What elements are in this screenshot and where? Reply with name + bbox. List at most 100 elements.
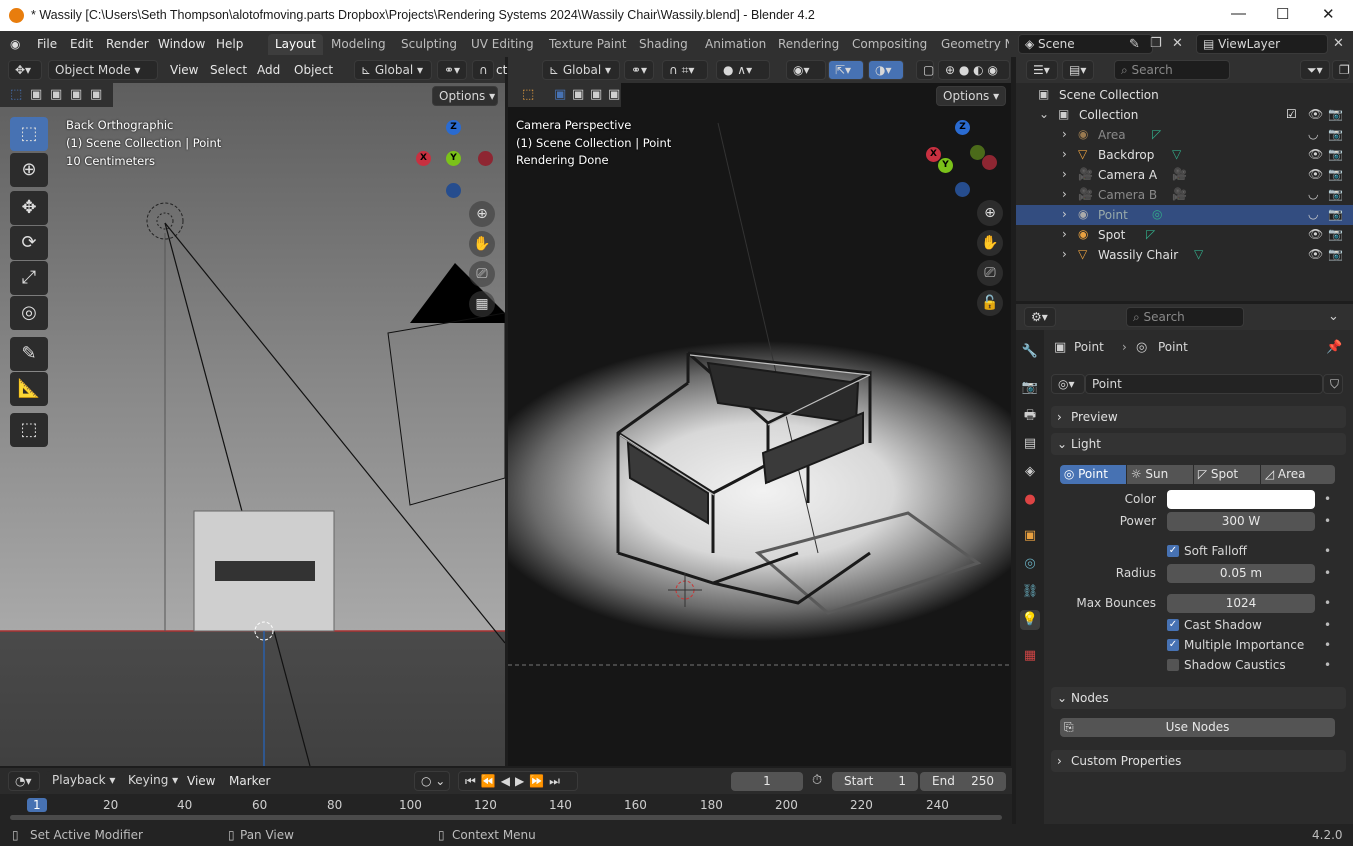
right-gizmo-neg-z-icon[interactable] [955,182,970,197]
right-pivot-icon[interactable]: ⚭▾ [624,60,654,80]
frame-indicator[interactable]: 1 [27,798,47,812]
snap-icon[interactable]: ∩ [472,60,494,80]
tab-layout[interactable]: Layout [268,34,323,55]
blender-menu-icon[interactable]: ◉ [10,37,20,51]
fake-user-shield-icon[interactable]: ⛉ [1323,374,1343,394]
right-orientation-dropdown[interactable]: ⊾ Global ▾ [542,60,620,80]
new-collection-icon[interactable]: ❐ [1332,60,1350,80]
radius-field[interactable]: 0.05 m [1167,564,1315,583]
duplicate-scene-icon[interactable]: ❐ [1150,36,1162,51]
expand-chevron-icon[interactable]: › [1062,187,1067,201]
filter-icon[interactable]: ⏷▾ [1300,60,1330,80]
right-pan-hand-icon[interactable]: ✋ [977,230,1003,256]
proportional-edit-icon[interactable]: ● ∧▾ [716,60,770,80]
right-snap-icon[interactable]: ∩ ⌗▾ [662,60,708,80]
maximize-icon[interactable]: ☐ [1276,5,1289,23]
tool-measure[interactable]: 📐 [10,372,48,406]
timeline-editor-type-icon[interactable]: ◔▾ [8,771,40,791]
xray-icon[interactable]: ▢ [916,60,934,80]
shading-modes[interactable]: ⊕ ● ◐ ◉ [938,60,1010,80]
pin-icon[interactable]: ✎ [1129,37,1140,52]
right-gizmo-y-icon[interactable]: Y [938,158,953,173]
menu-view[interactable]: View [170,63,198,77]
eye-icon[interactable]: 👁 [1308,147,1323,161]
expand-chevron-icon[interactable]: › [1062,247,1067,261]
playback-menu[interactable]: Playback ▾ [46,771,118,791]
keyframe-dot-icon[interactable]: • [1324,596,1331,610]
outliner-item-spot[interactable]: › ◉ Spot ◸ 👁 📷 [1016,225,1353,245]
menu-object[interactable]: Object [294,63,333,77]
expand-chevron-icon[interactable]: › [1062,167,1067,181]
tool-select-box[interactable]: ⬚ [10,117,48,151]
light-type-point[interactable]: ◎ Point [1060,465,1126,484]
multiple-importance-checkbox[interactable]: ✓ [1167,639,1179,651]
object-tab-icon[interactable]: ▣ [1020,526,1040,546]
object-mode-dropdown[interactable]: Object Mode ▾ [48,60,158,80]
pin-icon[interactable]: 📌 [1326,340,1342,355]
editor-type-icon[interactable]: ✥▾ [8,60,42,80]
panel-custom-properties[interactable]: › Custom Properties [1051,750,1346,772]
world-tab-icon[interactable]: ● [1020,490,1040,510]
properties-options-icon[interactable]: ⌄ [1328,309,1339,324]
cast-shadow-checkbox[interactable]: ✓ [1167,619,1179,631]
right-3d-viewport-render[interactable]: ⬚ ▣ ▣ ▣ ▣ Options ▾ Camera Perspective (… [508,83,1011,766]
power-field[interactable]: 300 W [1167,512,1315,531]
use-nodes-button[interactable]: ⎘ Use Nodes [1060,718,1335,737]
datablock-browse-icon[interactable]: ◎▾ [1051,374,1085,394]
stopwatch-icon[interactable]: ⏱ [812,773,822,788]
menu-file[interactable]: File [37,37,57,51]
tool-move[interactable]: ✥ [10,191,48,225]
right-gizmo-z-icon[interactable]: Z [955,120,970,135]
tool-annotate[interactable]: ✎ [10,337,48,371]
shadow-caustics-checkbox[interactable] [1167,659,1179,671]
keyframe-dot-icon[interactable]: • [1324,658,1331,672]
right-gizmo-neg-y-icon[interactable] [970,145,985,160]
scene-tab-icon[interactable]: ◈ [1020,462,1040,482]
left-3d-viewport[interactable]: ⬚ ▣ ▣ ▣ ▣ Options ▾ Back Orthographic (1… [0,83,505,766]
tab-texture-paint[interactable]: Texture Paint [542,34,633,55]
view-layer-tab-icon[interactable]: ▤ [1020,434,1040,454]
tab-sculpting[interactable]: Sculpting [394,34,464,55]
outliner-item-wassily-chair[interactable]: › ▽ Wassily Chair ▽ 👁 📷 [1016,245,1353,265]
timeline-scrollbar[interactable] [10,815,1002,820]
panel-preview[interactable]: › Preview [1051,406,1346,428]
current-frame-field[interactable]: 1 [731,772,803,791]
menu-select[interactable]: Select [210,63,247,77]
keyframe-dot-icon[interactable]: • [1324,638,1331,652]
delete-viewlayer-icon[interactable]: ✕ [1333,36,1344,51]
tool-scale[interactable]: ⤢ [10,261,48,295]
gizmo-toggle-icon[interactable]: ⇱▾ [828,60,864,80]
collection-render-icon[interactable]: 📷 [1328,107,1343,121]
keyframe-dot-icon[interactable]: • [1324,492,1331,506]
gizmo-y-icon[interactable]: Y [446,151,461,166]
menu-edit[interactable]: Edit [70,37,93,51]
display-mode-icon[interactable]: ▤▾ [1062,60,1094,80]
keyframe-dot-icon[interactable]: • [1324,618,1331,632]
tab-modeling[interactable]: Modeling [324,34,393,55]
right-zoom-icon[interactable]: ⊕ [977,200,1003,226]
outliner-item-point[interactable]: › ◉ Point ◎ ◡ 📷 [1016,205,1353,225]
render-tab-icon[interactable]: 📷 [1020,378,1040,398]
viewlayer-selector[interactable]: ▤ ViewLayer [1196,34,1328,54]
tab-shading[interactable]: Shading [632,34,695,55]
hidden-eye-icon[interactable]: ◡ [1308,127,1318,141]
gizmo-neg-x-icon[interactable] [478,151,493,166]
menu-window[interactable]: Window [158,37,205,51]
menu-help[interactable]: Help [216,37,243,51]
light-data-tab-icon[interactable]: 💡 [1020,610,1040,630]
expand-chevron-icon[interactable]: › [1062,227,1067,241]
hidden-eye-icon[interactable]: ◡ [1308,187,1318,201]
outliner-item-area[interactable]: › ◉ Area ◸ ◡ 📷 [1016,125,1353,145]
outliner-item-camera-a[interactable]: › 🎥 Camera A 🎥 👁 📷 [1016,165,1353,185]
menu-add[interactable]: Add [257,63,280,77]
render-icon[interactable]: 📷 [1328,167,1343,181]
render-icon[interactable]: 📷 [1328,247,1343,261]
constraints-tab-icon[interactable]: ⛓ [1020,582,1040,602]
render-icon[interactable]: 📷 [1328,207,1343,221]
physics-tab-icon[interactable]: ◎ [1020,554,1040,574]
tab-animation[interactable]: Animation [698,34,773,55]
gizmo-z-icon[interactable]: Z [446,120,461,135]
properties-editor-type-icon[interactable]: ⚙▾ [1024,307,1056,327]
collection-eye-icon[interactable]: 👁 [1308,107,1323,121]
tool-tab-icon[interactable]: 🔧 [1020,342,1040,362]
